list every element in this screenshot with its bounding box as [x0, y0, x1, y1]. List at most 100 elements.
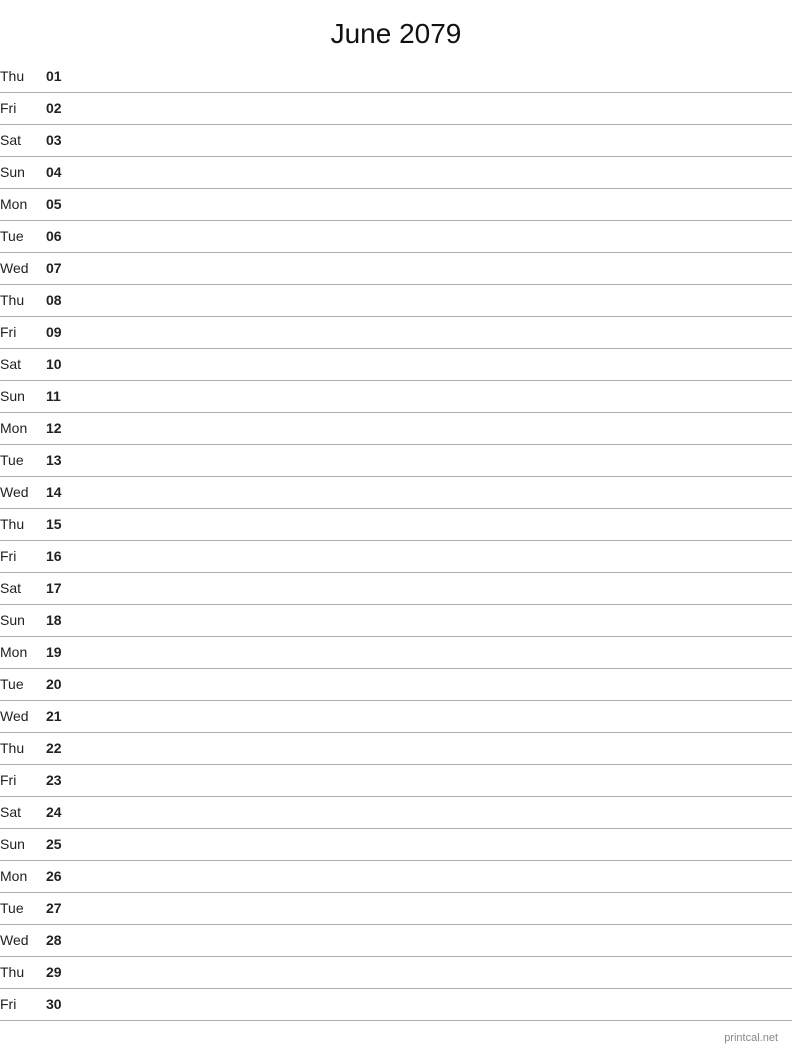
day-of-week: Fri: [0, 316, 46, 348]
date-number: 23: [46, 764, 76, 796]
table-row: Sun04: [0, 156, 792, 188]
entry-line: [76, 540, 792, 572]
date-number: 13: [46, 444, 76, 476]
entry-line: [76, 604, 792, 636]
day-of-week: Sun: [0, 828, 46, 860]
date-number: 20: [46, 668, 76, 700]
day-of-week: Fri: [0, 764, 46, 796]
date-number: 19: [46, 636, 76, 668]
entry-line: [76, 284, 792, 316]
table-row: Sun11: [0, 380, 792, 412]
date-number: 05: [46, 188, 76, 220]
table-row: Sat03: [0, 124, 792, 156]
table-row: Sun25: [0, 828, 792, 860]
table-row: Mon12: [0, 412, 792, 444]
entry-line: [76, 892, 792, 924]
entry-line: [76, 508, 792, 540]
date-number: 12: [46, 412, 76, 444]
table-row: Fri30: [0, 988, 792, 1020]
table-row: Tue06: [0, 220, 792, 252]
entry-line: [76, 796, 792, 828]
date-number: 26: [46, 860, 76, 892]
date-number: 29: [46, 956, 76, 988]
table-row: Tue27: [0, 892, 792, 924]
day-of-week: Thu: [0, 956, 46, 988]
date-number: 07: [46, 252, 76, 284]
day-of-week: Sat: [0, 348, 46, 380]
calendar-table: Thu01Fri02Sat03Sun04Mon05Tue06Wed07Thu08…: [0, 60, 792, 1021]
table-row: Thu08: [0, 284, 792, 316]
day-of-week: Mon: [0, 412, 46, 444]
day-of-week: Sun: [0, 604, 46, 636]
date-number: 02: [46, 92, 76, 124]
entry-line: [76, 828, 792, 860]
date-number: 22: [46, 732, 76, 764]
table-row: Wed07: [0, 252, 792, 284]
date-number: 24: [46, 796, 76, 828]
entry-line: [76, 92, 792, 124]
table-row: Fri23: [0, 764, 792, 796]
table-row: Mon19: [0, 636, 792, 668]
footer-credit: printcal.net: [724, 1032, 778, 1044]
day-of-week: Mon: [0, 636, 46, 668]
day-of-week: Wed: [0, 700, 46, 732]
date-number: 09: [46, 316, 76, 348]
date-number: 30: [46, 988, 76, 1020]
table-row: Thu01: [0, 60, 792, 92]
date-number: 03: [46, 124, 76, 156]
day-of-week: Tue: [0, 220, 46, 252]
entry-line: [76, 252, 792, 284]
day-of-week: Thu: [0, 60, 46, 92]
date-number: 10: [46, 348, 76, 380]
table-row: Sat10: [0, 348, 792, 380]
day-of-week: Sat: [0, 572, 46, 604]
day-of-week: Fri: [0, 988, 46, 1020]
table-row: Sat24: [0, 796, 792, 828]
day-of-week: Wed: [0, 924, 46, 956]
entry-line: [76, 956, 792, 988]
table-row: Mon05: [0, 188, 792, 220]
entry-line: [76, 220, 792, 252]
page-title: June 2079: [0, 0, 792, 60]
entry-line: [76, 444, 792, 476]
table-row: Sun18: [0, 604, 792, 636]
day-of-week: Tue: [0, 892, 46, 924]
table-row: Tue13: [0, 444, 792, 476]
table-row: Tue20: [0, 668, 792, 700]
entry-line: [76, 124, 792, 156]
table-row: Wed28: [0, 924, 792, 956]
entry-line: [76, 732, 792, 764]
day-of-week: Wed: [0, 252, 46, 284]
entry-line: [76, 572, 792, 604]
entry-line: [76, 316, 792, 348]
day-of-week: Fri: [0, 92, 46, 124]
table-row: Sat17: [0, 572, 792, 604]
date-number: 17: [46, 572, 76, 604]
date-number: 27: [46, 892, 76, 924]
entry-line: [76, 188, 792, 220]
entry-line: [76, 380, 792, 412]
entry-line: [76, 636, 792, 668]
date-number: 28: [46, 924, 76, 956]
date-number: 15: [46, 508, 76, 540]
table-row: Fri16: [0, 540, 792, 572]
day-of-week: Tue: [0, 444, 46, 476]
date-number: 11: [46, 380, 76, 412]
table-row: Thu15: [0, 508, 792, 540]
day-of-week: Thu: [0, 508, 46, 540]
entry-line: [76, 60, 792, 92]
date-number: 16: [46, 540, 76, 572]
day-of-week: Sun: [0, 156, 46, 188]
day-of-week: Wed: [0, 476, 46, 508]
table-row: Mon26: [0, 860, 792, 892]
date-number: 01: [46, 60, 76, 92]
date-number: 21: [46, 700, 76, 732]
entry-line: [76, 156, 792, 188]
day-of-week: Sun: [0, 380, 46, 412]
day-of-week: Tue: [0, 668, 46, 700]
day-of-week: Thu: [0, 284, 46, 316]
entry-line: [76, 988, 792, 1020]
entry-line: [76, 668, 792, 700]
table-row: Fri09: [0, 316, 792, 348]
date-number: 18: [46, 604, 76, 636]
